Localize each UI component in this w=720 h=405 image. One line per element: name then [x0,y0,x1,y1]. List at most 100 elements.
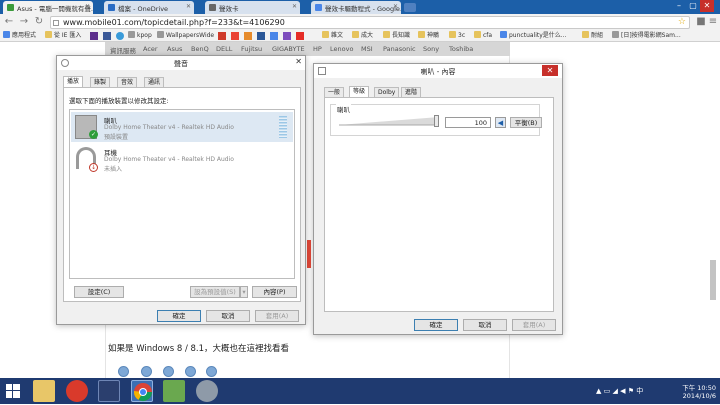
bookmark-folder[interactable]: 耐組 [582,31,603,41]
bookmark-folder[interactable]: 成大 [352,31,373,41]
close-window-icon[interactable]: ✕ [700,0,714,12]
app-icon[interactable] [163,380,185,402]
browser-tab-2[interactable]: 聲效卡 ✕ [205,1,300,14]
clock[interactable]: 下午 10:50 2014/10/6 [672,384,716,400]
back-arrow-icon[interactable]: ← [3,16,15,28]
apply-button[interactable]: 套用(A) [255,310,299,322]
emoticon-icon [141,366,152,377]
page-icon [500,31,507,38]
properties-titlebar[interactable]: 喇叭 - 內容 ✕ [314,64,562,78]
bookmark-icon[interactable] [270,32,278,40]
address-bar[interactable]: www.mobile01.com/topicdetail.php?f=233&t… [50,15,690,29]
balance-button[interactable]: 平衡(B) [510,117,542,128]
bookmark-icon[interactable] [244,32,252,40]
properties-button[interactable]: 內容(P) [252,286,297,298]
folder-icon [449,31,456,38]
volume-meter [279,116,287,138]
bookmark-wallpaperswide[interactable]: WallpapersWide [157,31,214,41]
volume-slider-thumb[interactable] [434,115,439,127]
app-window-icon[interactable] [98,380,120,402]
skype-bookmark-icon[interactable] [116,32,124,40]
bookmark-icon[interactable] [218,32,226,40]
set-default-button[interactable]: 設為預設值(S) [190,286,240,298]
site-nav-item[interactable]: Sony [423,45,439,53]
window-controls: – ▢ ✕ [672,0,714,12]
browser-tab-0[interactable]: Asus - 電腦一開機就有聲… ✕ [3,1,93,14]
bookmark-folder[interactable]: 長知識 [383,31,410,41]
network-icon[interactable]: ◢ [612,387,617,395]
site-nav-item[interactable]: Acer [143,45,158,53]
site-nav-item[interactable]: Lenovo [330,45,353,53]
mobile01-favicon-icon [7,4,14,11]
bookmark-folder[interactable]: 3c [449,31,465,41]
yahoo-bookmark-icon[interactable] [90,32,98,40]
close-tab-icon[interactable]: ✕ [292,3,297,10]
word-bookmark-icon[interactable] [257,32,265,40]
dvd-icon[interactable] [196,380,218,402]
bookmark-kpop[interactable]: kpop [128,31,152,41]
bookmark-star-icon[interactable]: ☆ [678,17,686,28]
site-nav-item[interactable]: MSI [361,45,373,53]
minimize-icon[interactable]: – [672,0,686,12]
close-icon[interactable]: ✕ [542,65,558,76]
device-row-speakers[interactable]: ✓ 喇叭 Dolby Home Theater v4 - Realtek HD … [71,112,293,142]
tray-up-arrow-icon[interactable]: ▲ [596,387,601,395]
site-nav-item[interactable]: HP [313,45,322,53]
windows-start-icon[interactable] [6,384,20,398]
site-nav-item[interactable]: BenQ [191,45,209,53]
youtube-bookmark-icon[interactable] [296,32,304,40]
bookmark-icon[interactable] [283,32,291,40]
bookmark-folder[interactable]: 雜文 [322,31,343,41]
browser-tab-3[interactable]: 聲效卡驅動程式 - Google… ✕ [311,1,401,14]
cancel-button[interactable]: 取消 [463,319,507,331]
gmail-bookmark-icon[interactable] [231,32,239,40]
device-row-headphones[interactable]: ↓ 耳機 Dolby Home Theater v4 - Realtek HD … [71,144,293,174]
mute-speaker-icon[interactable]: ◀ [495,117,506,128]
bookmark-folder[interactable]: cfa [474,31,492,41]
chrome-icon[interactable] [131,380,153,402]
close-tab-icon[interactable]: ✕ [186,3,191,10]
bookmark-folder[interactable]: 從 IE 匯入 [45,31,81,41]
ok-button[interactable]: 確定 [414,319,458,331]
bookmark-apps[interactable]: 應用程式 [3,31,36,41]
volume-icon[interactable]: ◀ [620,387,625,395]
set-default-dropdown[interactable]: ▾ [240,286,248,298]
configure-button[interactable]: 設定(C) [74,286,124,298]
file-explorer-icon[interactable] [33,380,55,402]
site-nav-item[interactable]: DELL [216,45,232,53]
volume-slider[interactable] [339,115,439,127]
site-nav-item[interactable]: Asus [167,45,182,53]
close-icon[interactable]: ✕ [295,57,302,66]
maximize-icon[interactable]: ▢ [686,0,700,12]
site-nav-item[interactable]: Panasonic [383,45,416,53]
facebook-bookmark-icon[interactable] [103,32,111,40]
bookmark-movie[interactable]: [日]按得電影網Sam... [612,31,681,41]
ok-button[interactable]: 確定 [157,310,201,322]
battery-icon[interactable]: ▭ [604,387,611,395]
site-nav-item[interactable]: GIGABYTE [272,45,305,53]
close-tab-icon[interactable]: ✕ [393,3,398,10]
sound-dialog-titlebar[interactable]: 聲音 ✕ [57,56,305,70]
media-player-icon[interactable] [66,380,88,402]
device-status: 未插入 [104,166,123,173]
bookmark-folder[interactable]: 神鵰 [418,31,439,41]
forward-arrow-icon[interactable]: → [18,16,30,28]
cancel-button[interactable]: 取消 [206,310,250,322]
language-icon[interactable]: 中 [636,387,643,395]
volume-value-field[interactable]: 100 [445,117,491,128]
site-nav-item[interactable]: 資訊服務 [110,45,136,55]
bookmark-punctuality[interactable]: punctuality是什么... [500,31,567,41]
page-scrollbar-thumb[interactable] [710,260,716,300]
device-driver: Dolby Home Theater v4 - Realtek HD Audio [104,156,234,163]
site-nav-item[interactable]: Fujitsu [241,45,262,53]
extension-icon[interactable]: ■ [695,16,707,28]
apply-button[interactable]: 套用(A) [512,319,556,331]
browser-tab-1[interactable]: 檔案 - OneDrive ✕ [104,1,194,14]
new-tab-button[interactable] [404,3,416,12]
flag-icon[interactable]: ⚑ [628,387,634,395]
site-nav-item[interactable]: Toshiba [449,45,473,53]
sound-dialog: 聲音 ✕ 播放 錄製 音效 通訊 選取下面的播放裝置以修改其設定: ✓ 喇叭 D… [56,55,306,325]
menu-icon[interactable]: ≡ [707,16,719,28]
reload-icon[interactable]: ↻ [33,16,45,28]
close-tab-icon[interactable]: ✕ [85,3,90,10]
